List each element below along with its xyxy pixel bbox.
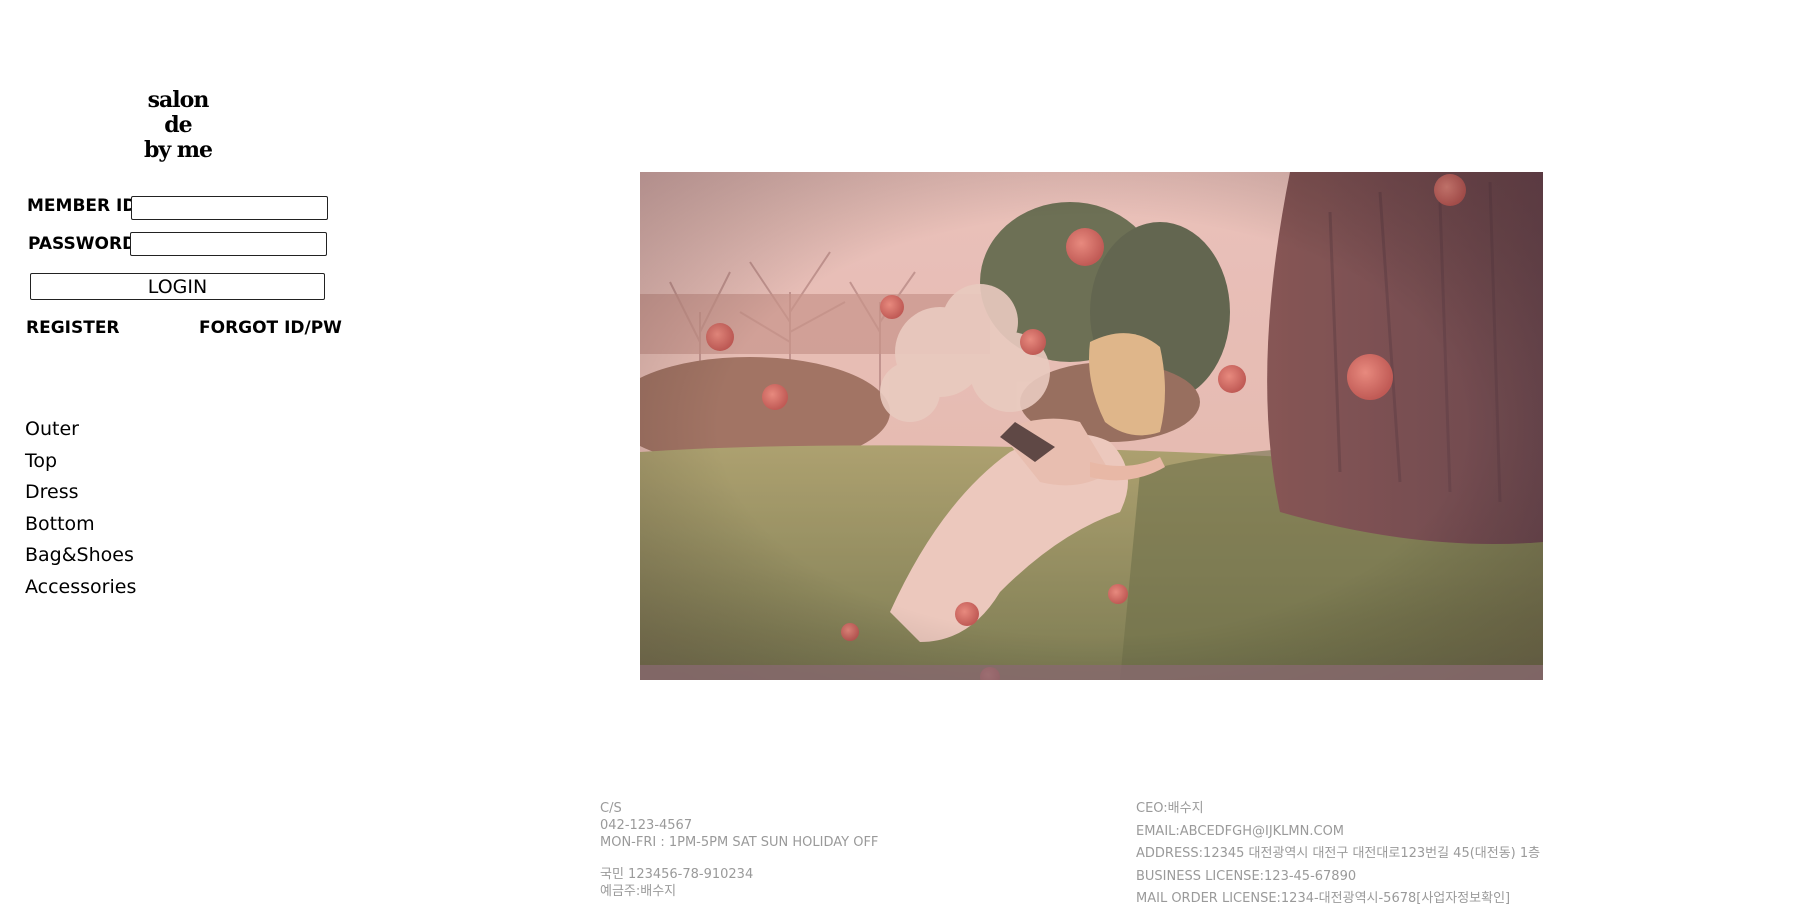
footer-bank-account: 국민 123456-78-910234 xyxy=(600,867,754,882)
nav-item-top[interactable]: Top xyxy=(25,446,136,478)
footer-ceo: CEO:배수지 xyxy=(1136,801,1204,816)
footer-business-license: BUSINESS LICENSE:123-45-67890 xyxy=(1136,868,1357,884)
register-link[interactable]: REGISTER xyxy=(26,318,120,338)
category-nav: Outer Top Dress Bottom Bag&Shoes Accesso… xyxy=(25,414,136,603)
footer-cs-hours: MON-FRI : 1PM-5PM SAT SUN HOLIDAY OFF xyxy=(600,835,879,850)
footer-company: CEO:배수지 EMAIL:ABCEDFGH@IJKLMN.COM ADDRES… xyxy=(1136,798,1540,911)
member-id-input[interactable] xyxy=(131,196,328,220)
brand-logo-line2: by me xyxy=(143,137,213,163)
nav-item-dress[interactable]: Dress xyxy=(25,477,136,509)
nav-item-bag-shoes[interactable]: Bag&Shoes xyxy=(25,540,136,572)
footer-cs-phone: 042-123-4567 xyxy=(600,818,693,833)
footer-address: ADDRESS:12345 대전광역시 대전구 대전대로123번길 45(대전동… xyxy=(1136,846,1541,861)
brand-logo-line1: salon de xyxy=(147,87,210,138)
nav-item-bottom[interactable]: Bottom xyxy=(25,509,136,541)
member-id-label: MEMBER ID xyxy=(27,196,137,216)
footer-cs: C/S 042-123-4567 MON-FRI : 1PM-5PM SAT S… xyxy=(600,800,878,900)
hero-photo-illustration xyxy=(640,172,1543,680)
hero-image xyxy=(640,172,1543,680)
brand-logo[interactable]: salon de by me xyxy=(132,88,224,163)
footer-account-holder: 예금주:배수지 xyxy=(600,884,677,899)
forgot-id-pw-link[interactable]: FORGOT ID/PW xyxy=(199,318,342,338)
footer-cs-title: C/S xyxy=(600,801,622,816)
nav-item-accessories[interactable]: Accessories xyxy=(25,572,136,604)
password-input[interactable] xyxy=(130,232,327,256)
footer-email: EMAIL:ABCEDFGH@IJKLMN.COM xyxy=(1136,823,1345,839)
footer-mail-order-license[interactable]: MAIL ORDER LICENSE:1234-대전광역시-5678[사업자정보… xyxy=(1136,888,1540,911)
nav-item-outer[interactable]: Outer xyxy=(25,414,136,446)
login-button[interactable]: LOGIN xyxy=(30,273,325,300)
password-label: PASSWORD xyxy=(28,234,137,254)
